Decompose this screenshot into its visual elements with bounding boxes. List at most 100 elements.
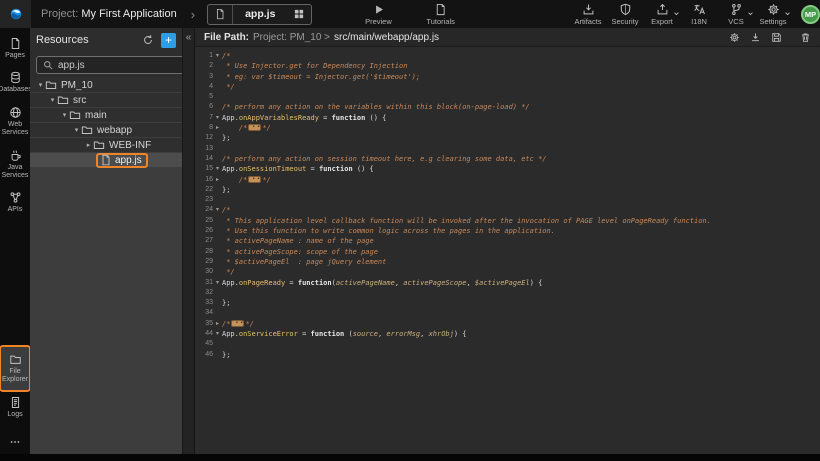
code-text <box>222 195 820 205</box>
fold-gutter-spacer <box>213 195 222 205</box>
tree-item-webapp[interactable]: ▾webapp <box>30 123 182 138</box>
save-icon[interactable] <box>771 32 782 43</box>
topbar-action-security[interactable]: Security <box>611 3 639 26</box>
code-line: 24▾/* <box>195 205 820 215</box>
sidebar-bottom-group: File ExplorerLogs <box>0 347 30 424</box>
code-token: /* <box>222 176 247 184</box>
code-line: 4 */ <box>195 82 820 92</box>
fold-toggle-icon[interactable]: ▾ <box>213 329 222 339</box>
code-line: 45 <box>195 339 820 349</box>
sidebar-item-apis[interactable]: APIs <box>1 185 29 219</box>
user-avatar[interactable]: MP <box>801 5 820 24</box>
line-number: 4 <box>195 82 213 92</box>
trash-icon[interactable] <box>800 32 811 43</box>
code-line: 3 * eg: var $timeout = Injector.get('$ti… <box>195 72 820 82</box>
code-token: * Use this function to write common logi… <box>222 227 555 235</box>
search-input[interactable] <box>58 60 190 71</box>
sidebar-item-pages[interactable]: Pages <box>1 31 29 65</box>
folder-icon <box>81 124 93 136</box>
add-resource-button[interactable]: + <box>161 33 176 48</box>
code-text: /**/ <box>222 319 820 329</box>
collapsed-code-marker[interactable] <box>231 320 244 327</box>
tree-expand-arrow-icon[interactable]: ▾ <box>36 81 45 89</box>
topbar-action-settings[interactable]: Settings <box>759 3 787 26</box>
tab-appjs[interactable]: app.js <box>207 4 312 25</box>
code-line: 32 <box>195 288 820 298</box>
artifacts-download-icon <box>582 3 595 16</box>
fold-gutter-spacer <box>213 216 222 226</box>
fold-toggle-icon[interactable]: ▸ <box>213 319 222 329</box>
vcs-branch-icon <box>730 3 743 16</box>
sidebar-item-label: APIs <box>8 206 23 214</box>
code-token: }; <box>222 186 230 194</box>
sidebar-item-databases[interactable]: Databases <box>1 65 29 99</box>
code-token: */ <box>222 268 235 276</box>
tree-item-src[interactable]: ▾ src <box>30 93 182 108</box>
fold-toggle-icon[interactable]: ▾ <box>213 205 222 215</box>
code-token: function <box>319 165 353 173</box>
code-token: /* <box>222 52 230 60</box>
preview-play-icon <box>372 3 385 16</box>
topbar-action-label: I18N <box>691 18 707 26</box>
sidebar-item-label: Databases <box>0 86 32 94</box>
file-explorer-folder-icon <box>9 353 22 366</box>
fold-toggle-icon[interactable]: ▾ <box>213 113 222 123</box>
code-line: 28 * activePageScope: scope of the page <box>195 247 820 257</box>
sidebar-item-file-explorer[interactable]: File Explorer <box>1 347 29 390</box>
sidebar-item-web-services[interactable]: Web Services <box>1 100 29 143</box>
tree-item-pm-10[interactable]: ▾ PM_10 <box>30 78 182 93</box>
tree-item-web-inf[interactable]: ▸WEB-INF <box>30 138 182 153</box>
fold-toggle-icon[interactable]: ▾ <box>213 51 222 61</box>
collapsed-code-marker[interactable] <box>248 176 261 183</box>
tutorials-button[interactable]: Tutorials <box>426 3 454 26</box>
collapse-panel-icon[interactable]: « <box>183 28 194 43</box>
tree-item-main[interactable]: ▾main <box>30 108 182 123</box>
code-token: function <box>332 114 366 122</box>
bottom-strip <box>0 454 820 461</box>
topbar-action-artifacts[interactable]: Artifacts <box>574 3 602 26</box>
code-token: activePageScope <box>403 279 466 287</box>
code-token: onAppVariablesReady <box>239 114 319 122</box>
topbar-action-label: Export <box>651 18 673 26</box>
line-number: 34 <box>195 308 213 318</box>
fold-toggle-icon[interactable]: ▸ <box>213 123 222 133</box>
resources-title: Resources <box>36 34 135 46</box>
tree-collapse-arrow-icon[interactable]: ▸ <box>84 141 93 149</box>
code-token: source <box>353 330 378 338</box>
tree-item-label: PM_10 <box>61 80 93 91</box>
sidebar-item-java-services[interactable]: Java Services <box>1 143 29 186</box>
code-area[interactable]: 1▾/*2 * Use Injector.get for Dependency … <box>195 47 820 454</box>
fold-toggle-icon[interactable]: ▸ <box>213 175 222 185</box>
tree-expand-arrow-icon[interactable]: ▾ <box>60 111 69 119</box>
topbar-action-export[interactable]: Export <box>648 3 676 26</box>
code-text: /**/ <box>222 123 820 133</box>
line-number: 26 <box>195 226 213 236</box>
tree-item-label: src <box>73 95 86 106</box>
app-logo[interactable] <box>0 0 31 28</box>
download-icon[interactable] <box>750 32 761 43</box>
fold-toggle-icon[interactable]: ▾ <box>213 164 222 174</box>
topbar-action-vcs[interactable]: VCS <box>722 3 750 26</box>
tree-item-app-js[interactable]: app.js <box>30 153 182 168</box>
code-text: */ <box>222 82 820 92</box>
collapsed-code-marker[interactable] <box>248 124 261 131</box>
grid-menu-icon[interactable] <box>287 5 311 24</box>
tree-expand-arrow-icon[interactable]: ▾ <box>48 96 57 104</box>
code-token: onPageReady <box>239 279 285 287</box>
fold-toggle-icon[interactable]: ▾ <box>213 278 222 288</box>
sidebar-item-logs[interactable]: Logs <box>1 390 29 424</box>
chevron-down-icon <box>673 10 680 17</box>
panel-collapse-strip[interactable]: « <box>182 28 195 454</box>
more-options-button[interactable] <box>9 436 21 448</box>
preview-button[interactable]: Preview <box>364 3 392 26</box>
code-token: , <box>420 330 428 338</box>
topbar-actions: Artifacts Security Export I18N VCS Settings <box>574 3 787 26</box>
code-token: xhrObj <box>429 330 454 338</box>
topbar-action-label: VCS <box>728 18 743 26</box>
line-number: 29 <box>195 257 213 267</box>
topbar-action-i18n[interactable]: I18N <box>685 3 713 26</box>
search-icon <box>42 59 54 71</box>
gear-icon[interactable] <box>729 32 740 43</box>
refresh-icon[interactable] <box>142 34 154 46</box>
tree-expand-arrow-icon[interactable]: ▾ <box>72 126 81 134</box>
